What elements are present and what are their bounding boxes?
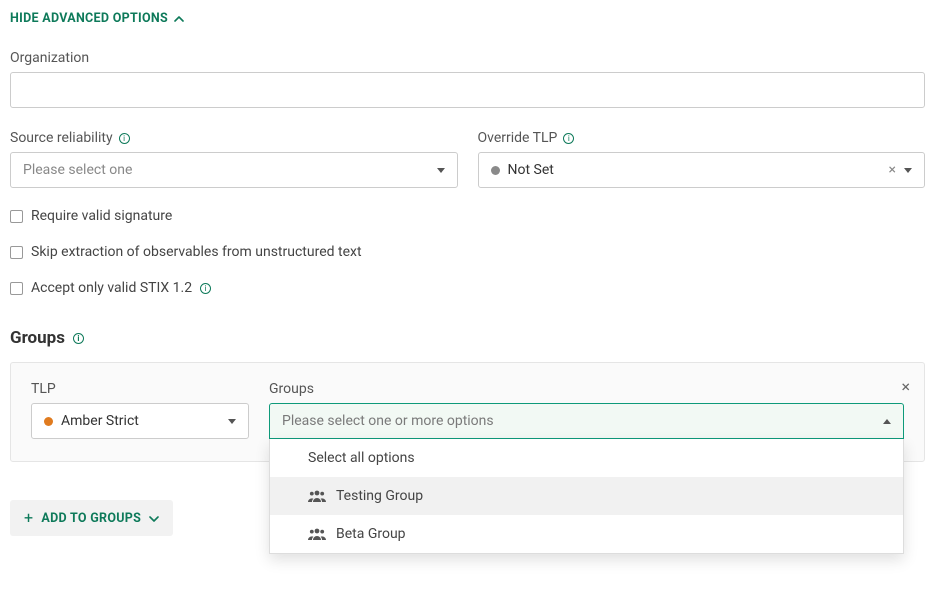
chevron-down-icon (904, 168, 912, 173)
checkbox-icon[interactable] (10, 246, 23, 259)
dropdown-option-select-all[interactable]: Select all options (270, 439, 903, 477)
hide-advanced-toggle[interactable]: HIDE ADVANCED OPTIONS (10, 11, 184, 26)
add-to-groups-label: ADD TO GROUPS (41, 511, 141, 526)
source-reliability-label: Source reliability i (10, 130, 458, 146)
groups-title-text: Groups (10, 328, 65, 348)
info-icon[interactable]: i (73, 333, 84, 344)
require-valid-signature-label: Require valid signature (31, 208, 172, 224)
dropdown-option-label: Beta Group (336, 526, 406, 542)
organization-label-text: Organization (10, 50, 89, 66)
chevron-up-icon (174, 11, 184, 26)
groups-dropdown: Select all options Testing Group Beta Gr… (269, 439, 904, 554)
accept-stix-row[interactable]: Accept only valid STIX 1.2 i (10, 280, 925, 296)
info-icon[interactable]: i (563, 133, 574, 144)
organization-label: Organization (10, 50, 925, 66)
group-icon (308, 528, 326, 540)
tlp-dot-icon (44, 417, 53, 426)
dropdown-option-label: Select all options (308, 450, 415, 466)
override-tlp-select[interactable]: Not Set × (478, 152, 926, 188)
tlp-label: TLP (31, 381, 249, 397)
source-reliability-placeholder: Please select one (23, 162, 132, 178)
source-reliability-select[interactable]: Please select one (10, 152, 458, 188)
tlp-dot-icon (491, 166, 500, 175)
dropdown-option-beta-group[interactable]: Beta Group (270, 515, 903, 553)
chevron-down-icon (149, 511, 159, 526)
checkbox-icon[interactable] (10, 210, 23, 223)
checkbox-icon[interactable] (10, 282, 23, 295)
override-tlp-value: Not Set (508, 162, 554, 178)
groups-section-title: Groups i (10, 328, 925, 348)
info-icon[interactable]: i (200, 283, 211, 294)
chevron-down-icon (437, 168, 445, 173)
dropdown-option-label: Testing Group (336, 488, 423, 504)
source-reliability-label-text: Source reliability (10, 130, 113, 146)
hide-advanced-label: HIDE ADVANCED OPTIONS (10, 11, 168, 26)
organization-input[interactable] (10, 72, 925, 108)
accept-stix-label: Accept only valid STIX 1.2 (31, 280, 192, 296)
add-to-groups-button[interactable]: + ADD TO GROUPS (10, 500, 173, 536)
tlp-label-text: TLP (31, 381, 56, 397)
panel-groups-label: Groups (269, 381, 904, 397)
override-tlp-label: Override TLP i (478, 130, 926, 146)
plus-icon: + (24, 510, 33, 526)
tlp-value: Amber Strict (61, 413, 139, 429)
chevron-down-icon (228, 419, 236, 424)
require-valid-signature-row[interactable]: Require valid signature (10, 208, 925, 224)
groups-placeholder: Please select one or more options (282, 413, 494, 429)
skip-extraction-row[interactable]: Skip extraction of observables from unst… (10, 244, 925, 260)
group-icon (308, 490, 326, 502)
panel-groups-label-text: Groups (269, 381, 314, 397)
info-icon[interactable]: i (119, 133, 130, 144)
skip-extraction-label: Skip extraction of observables from unst… (31, 244, 362, 260)
chevron-up-icon (883, 419, 891, 424)
groups-panel: × TLP Amber Strict Groups Please select … (10, 362, 925, 462)
override-tlp-label-text: Override TLP (478, 130, 558, 146)
groups-multiselect[interactable]: Please select one or more options (269, 403, 904, 439)
clear-icon[interactable]: × (889, 162, 896, 178)
tlp-select[interactable]: Amber Strict (31, 403, 249, 439)
dropdown-option-testing-group[interactable]: Testing Group (270, 477, 903, 515)
